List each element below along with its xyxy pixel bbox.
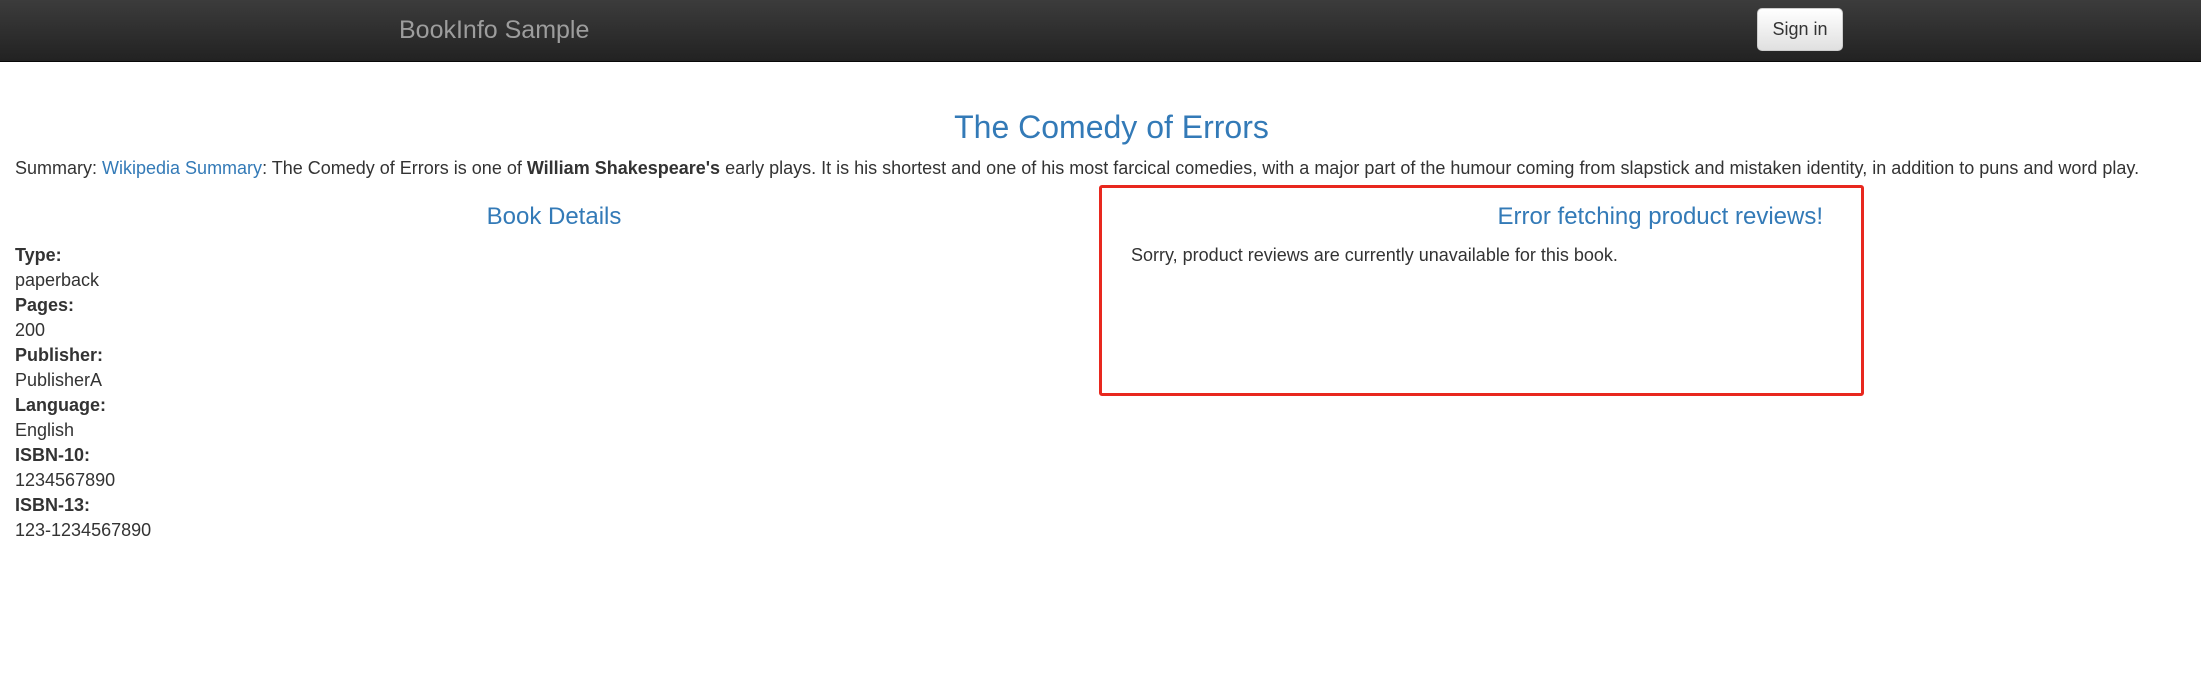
detail-label-type: Type: — [15, 245, 62, 265]
detail-value-language: English — [15, 420, 75, 440]
book-details-heading: Book Details — [486, 203, 622, 230]
detail-label-pages: Pages: — [15, 295, 75, 315]
detail-label-isbn13: ISBN-13: — [15, 495, 91, 515]
reviews-error-heading: Error fetching product reviews! — [1497, 203, 1823, 230]
summary-text-1: : The Comedy of Errors is one of — [262, 158, 527, 178]
book-details-list: Type: paperback Pages: 200 Publisher: Pu… — [15, 243, 151, 543]
detail-label-isbn10: ISBN-10: — [15, 445, 91, 465]
detail-value-isbn10: 1234567890 — [15, 470, 116, 490]
summary-text-2: early plays. It is his shortest and one … — [720, 158, 2140, 178]
detail-value-publisher: PublisherA — [15, 370, 103, 390]
detail-label-publisher: Publisher: — [15, 345, 104, 365]
summary-author: William Shakespeare's — [526, 158, 721, 178]
summary-prefix: Summary: — [15, 158, 103, 178]
reviews-unavailable-message: Sorry, product reviews are currently una… — [1131, 245, 1618, 265]
brand-link[interactable]: BookInfo Sample — [399, 15, 589, 45]
book-summary: Summary: Wikipedia Summary: The Comedy o… — [15, 156, 2185, 181]
sign-in-button[interactable]: Sign in — [1757, 8, 1843, 51]
top-navbar: BookInfo Sample Sign in — [0, 0, 2201, 62]
page-title: The Comedy of Errors — [954, 109, 1269, 145]
detail-value-isbn13: 123-1234567890 — [15, 520, 152, 540]
detail-label-language: Language: — [15, 395, 107, 415]
detail-value-type: paperback — [15, 270, 100, 290]
wikipedia-summary-link[interactable]: Wikipedia Summary — [102, 158, 262, 178]
detail-value-pages: 200 — [15, 320, 46, 340]
